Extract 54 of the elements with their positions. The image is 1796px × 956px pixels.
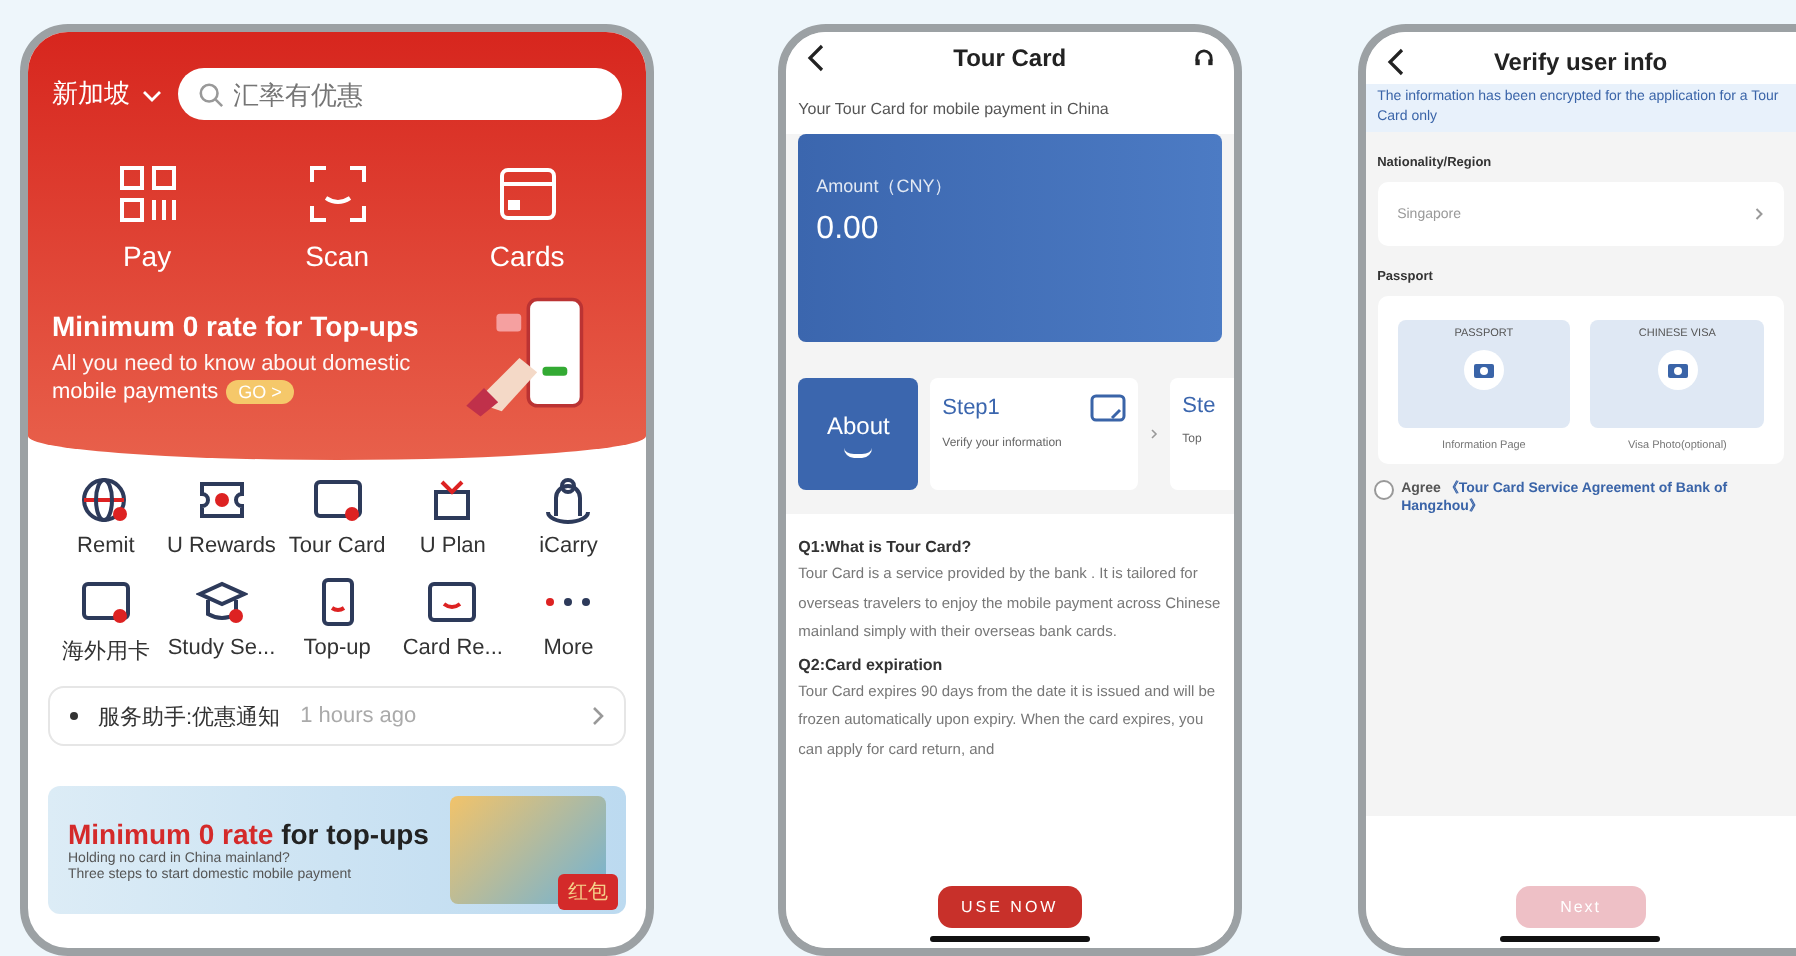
subtitle: Your Tour Card for mobile payment in China bbox=[786, 84, 1234, 134]
amount-label: Amount（CNY） bbox=[816, 174, 955, 200]
people-icon bbox=[542, 476, 595, 524]
globe-icon bbox=[79, 476, 132, 524]
ticket-icon bbox=[195, 476, 248, 524]
more-icon bbox=[546, 598, 591, 606]
camera-icon bbox=[1657, 350, 1698, 390]
chevron-icon bbox=[1150, 428, 1159, 440]
use-now-button[interactable]: USE NOW bbox=[937, 886, 1083, 928]
quick-action-button[interactable]: Scan bbox=[267, 164, 408, 272]
card-icon bbox=[79, 578, 132, 626]
amount-value: 0.00 bbox=[816, 212, 881, 248]
region-selector[interactable]: 新加坡 bbox=[52, 76, 162, 112]
quick-action-button[interactable]: Cards bbox=[457, 164, 598, 272]
banner-title: Minimum 0 rate for Top-ups bbox=[52, 310, 421, 342]
back-icon[interactable] bbox=[1385, 48, 1406, 76]
service-button[interactable]: Tour Card bbox=[279, 476, 395, 558]
service-button[interactable]: Top-up bbox=[279, 578, 395, 666]
bullet-icon bbox=[70, 712, 78, 720]
service-button[interactable]: 海外用卡 bbox=[48, 578, 164, 666]
about-tab[interactable]: About bbox=[798, 378, 919, 490]
lucky-money-badge[interactable]: 红包 bbox=[558, 874, 619, 910]
scan-icon bbox=[307, 164, 368, 224]
faq-question: Q1:What is Tour Card? bbox=[798, 538, 974, 556]
promo-title-highlight: Minimum 0 rate bbox=[68, 818, 274, 850]
caret-icon bbox=[141, 89, 162, 102]
service-button[interactable]: U Rewards bbox=[163, 476, 280, 558]
qr-code-icon bbox=[117, 164, 178, 224]
search-field[interactable]: 汇率有优惠 bbox=[177, 68, 623, 120]
edit-icon bbox=[1090, 394, 1127, 422]
service-button[interactable]: Remit bbox=[48, 476, 164, 558]
card-icon bbox=[311, 476, 364, 524]
chevron-icon bbox=[1754, 206, 1764, 222]
service-button[interactable]: U Plan bbox=[395, 476, 511, 558]
card-icon bbox=[426, 578, 479, 626]
service-button[interactable]: Study Se... bbox=[163, 578, 280, 666]
search-icon bbox=[197, 82, 224, 108]
agree-checkbox[interactable] bbox=[1373, 480, 1394, 500]
service-button[interactable]: iCarry bbox=[510, 476, 627, 558]
service-button[interactable]: Card Re... bbox=[395, 578, 511, 666]
page-title: Verify user info bbox=[1491, 48, 1670, 76]
back-icon[interactable] bbox=[806, 44, 827, 72]
camera-icon bbox=[1463, 350, 1504, 390]
banner-text: All you need to know about domestic bbox=[52, 352, 411, 376]
promo-title: for top-ups bbox=[281, 818, 429, 850]
graduation-cap-icon bbox=[195, 578, 248, 626]
notification-bar[interactable]: 服务助手:优惠通知 1 hours ago bbox=[48, 686, 627, 746]
service-button[interactable]: More bbox=[510, 578, 627, 666]
card-icon bbox=[497, 164, 558, 224]
banner-text: mobile payments bbox=[52, 378, 219, 406]
chevron-icon bbox=[592, 706, 605, 726]
page-title: Tour Card bbox=[951, 44, 1069, 72]
quick-action-button[interactable]: Pay bbox=[77, 164, 218, 272]
faq-question: Q2:Card expiration bbox=[798, 655, 945, 673]
